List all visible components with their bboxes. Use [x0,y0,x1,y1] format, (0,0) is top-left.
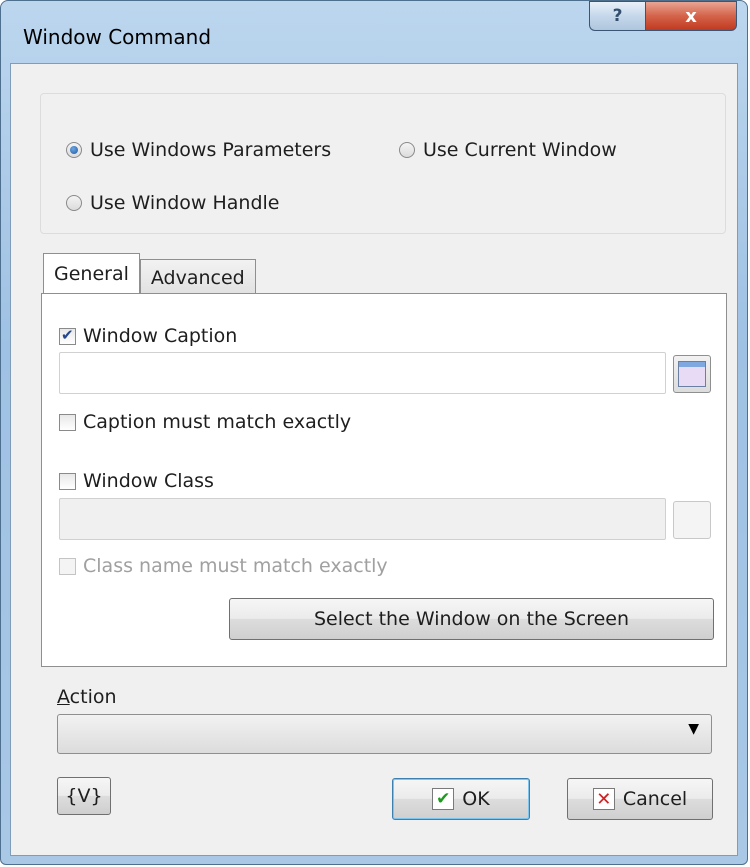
radio-label: Use Window Handle [90,192,280,214]
close-button[interactable]: x [645,1,737,31]
caption-exact-checkbox[interactable]: Caption must match exactly [59,411,351,433]
tab-panel-general: Window Caption Caption must match exactl… [41,293,727,667]
checkbox-unchecked-icon [59,557,76,575]
radio-use-window-handle[interactable]: Use Window Handle [66,192,280,214]
help-button[interactable]: ? [589,1,645,31]
checkbox-label: Caption must match exactly [83,411,352,433]
ok-label: OK [462,788,490,810]
radio-use-current-window[interactable]: Use Current Window [399,139,617,161]
checkbox-unchecked-icon [59,413,76,431]
caption-buttons: ? x [589,1,737,31]
radio-selected-icon [66,142,82,158]
select-window-button[interactable] [673,355,711,393]
checkbox-unchecked-icon [59,472,76,490]
action-label: Action [57,686,117,708]
cancel-label: Cancel [622,788,688,810]
checkbox-label: Window Class [83,470,214,492]
select-window-on-screen-button[interactable]: Select the Window on the Screen [229,598,714,640]
window-picker-icon [678,361,706,387]
class-exact-checkbox[interactable]: Class name must match exactly [59,555,388,577]
red-x-icon: ✕ [592,788,615,810]
mode-group: Use Windows Parameters Use Current Windo… [40,93,726,234]
select-class-button[interactable] [673,501,711,539]
tab-strip: General Advanced [43,253,256,295]
tab-general[interactable]: General [43,253,140,293]
window-class-checkbox[interactable]: Window Class [59,470,214,492]
tab-advanced[interactable]: Advanced [139,259,256,295]
dialog-client-area: Use Windows Parameters Use Current Windo… [10,63,738,856]
radio-unselected-icon [66,195,82,211]
checkbox-checked-icon [59,326,76,345]
radio-use-windows-parameters[interactable]: Use Windows Parameters [66,139,331,161]
window-caption-checkbox[interactable]: Window Caption [59,325,237,347]
window-class-input[interactable] [59,498,666,540]
ok-button[interactable]: ✔ OK [392,778,530,820]
chevron-down-icon: ▼ [688,721,699,737]
cancel-button[interactable]: ✕ Cancel [567,778,713,820]
window-caption-input[interactable] [59,352,666,394]
action-dropdown[interactable]: ▼ [57,714,712,754]
checkbox-label: Class name must match exactly [83,555,388,577]
checkmark-icon: ✔ [432,788,455,810]
dialog-window: Window Command ? x Use Windows Parameter… [0,0,748,865]
dialog-title: Window Command [23,25,212,49]
radio-unselected-icon [399,142,415,158]
radio-label: Use Current Window [423,139,617,161]
checkbox-label: Window Caption [83,325,238,347]
variables-button[interactable]: {V} [57,777,111,815]
radio-label: Use Windows Parameters [90,139,332,161]
